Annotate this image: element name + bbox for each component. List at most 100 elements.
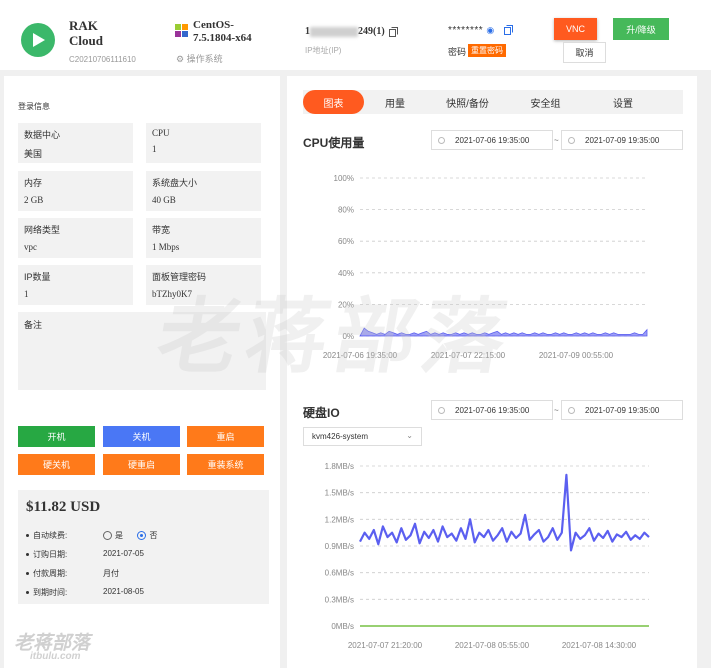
os-label: ⚙ 操作系统 — [176, 54, 223, 64]
disk-date-from[interactable]: 2021-07-06 19:35:00 — [431, 400, 553, 420]
tab-settings[interactable]: 设置 — [593, 90, 653, 114]
reboot-button[interactable]: 重启 — [187, 426, 264, 447]
info-value: 1 — [24, 289, 29, 299]
x-tick-label: 2021-07-06 19:35:00 — [323, 351, 398, 360]
y-tick-label: 80% — [338, 206, 354, 215]
y-tick-label: 20% — [338, 300, 354, 309]
y-tick-label: 1.5MB/s — [325, 489, 354, 498]
vnc-button[interactable]: VNC — [554, 18, 597, 40]
note-field[interactable]: 备注 — [18, 312, 266, 390]
tab-security-group[interactable]: 安全组 — [513, 90, 578, 114]
info-value: vpc — [24, 242, 37, 252]
eye-icon[interactable]: ◉ — [486, 25, 494, 35]
billing-cycle-row: 付款周期: 月付 — [26, 568, 119, 579]
info-cell-cpu: CPU 1 — [146, 123, 261, 163]
note-label: 备注 — [24, 320, 43, 330]
disk-io-series-line — [359, 473, 650, 552]
disk-date-to[interactable]: 2021-07-09 19:35:00 — [561, 400, 683, 420]
date-separator: ~ — [554, 136, 559, 145]
centos-icon — [175, 24, 188, 37]
info-label: 内存 — [24, 178, 43, 188]
y-tick-label: 0.6MB/s — [325, 569, 354, 578]
cancel-button[interactable]: 取消 — [563, 42, 606, 63]
info-cell-bandwidth: 带宽 1 Mbps — [146, 218, 261, 258]
clock-icon — [438, 136, 445, 144]
reinstall-os-button[interactable]: 重装系统 — [187, 454, 264, 475]
info-value: 40 GB — [152, 195, 176, 205]
info-cell-disk-size: 系统盘大小 40 GB — [146, 171, 261, 211]
tab-bar: 图表 用量 快照/备份 安全组 设置 — [303, 90, 683, 114]
cpu-series-area — [359, 327, 648, 337]
date-separator: ~ — [554, 406, 559, 415]
y-tick-label: 100% — [334, 174, 354, 183]
auto-renew-yes-radio[interactable] — [103, 531, 112, 541]
password-value: ******** ◉ — [448, 25, 514, 36]
price: $11.82 USD — [26, 499, 101, 515]
copy-icon[interactable] — [389, 26, 399, 37]
info-cell-ip-count: IP数量 1 — [18, 265, 133, 305]
ip-blur — [310, 26, 358, 37]
auto-renew-row: 自动续费: 是 否 — [26, 530, 157, 541]
y-tick-label: 1.8MB/s — [325, 462, 354, 471]
ip-address: 1 249(1) — [305, 26, 399, 37]
y-tick-label: 0.9MB/s — [325, 542, 354, 551]
password-label: 密码 — [448, 47, 467, 57]
cpu-chart-title: CPU使用量 — [303, 136, 365, 150]
tab-charts[interactable]: 图表 — [303, 90, 364, 114]
cpu-date-to[interactable]: 2021-07-09 19:35:00 — [561, 130, 683, 150]
info-value: 1 Mbps — [152, 242, 180, 252]
order-date-row: 订购日期: 2021-07-05 — [26, 549, 144, 560]
play-icon[interactable] — [21, 23, 55, 57]
info-label: CPU — [152, 128, 170, 138]
info-cell-memory: 内存 2 GB — [18, 171, 133, 211]
info-label: 系统盘大小 — [152, 178, 198, 188]
y-tick-label: 1.2MB/s — [325, 515, 354, 524]
os-name: CentOS-7.5.1804-x64 — [193, 19, 252, 44]
upgrade-button[interactable]: 升/降级 — [613, 18, 669, 40]
disk-chart-title: 硬盘IO — [303, 406, 340, 420]
info-label: 数据中心 — [24, 130, 61, 140]
login-info-heading: 登录信息 — [18, 102, 50, 111]
ip-label: IP地址(IP) — [305, 46, 342, 55]
info-value: bTZhy0K7 — [152, 289, 192, 299]
info-cell-network-type: 网络类型 vpc — [18, 218, 133, 258]
info-value: 2 GB — [24, 195, 44, 205]
power-on-button[interactable]: 开机 — [18, 426, 95, 447]
clock-icon — [568, 136, 575, 144]
expire-date-row: 到期时间: 2021-08-05 — [26, 587, 144, 598]
chevron-down-icon: ⌄ — [406, 431, 413, 440]
server-info-panel: 登录信息 数据中心 美国 CPU 1 内存 2 GB 系统盘大小 40 GB 网… — [4, 76, 280, 668]
x-tick-label: 2021-07-07 21:20:00 — [348, 641, 423, 650]
app-title: RAK Cloud — [69, 18, 103, 48]
info-label: 面板管理密码 — [152, 272, 207, 282]
tab-usage[interactable]: 用量 — [365, 90, 425, 114]
gear-icon: ⚙ — [176, 54, 185, 64]
billing-box: $11.82 USD 自动续费: 是 否 订购日期: 2021-07-05 付款… — [18, 490, 269, 604]
reset-password-button[interactable]: 重置密码 — [468, 44, 506, 57]
x-tick-label: 2021-07-07 22:15:00 — [431, 351, 506, 360]
power-off-button[interactable]: 关机 — [103, 426, 180, 447]
disk-chart: 1.8MB/s 1.5MB/s 1.2MB/s 0.9MB/s 0.6MB/s 0.3MB… — [325, 462, 650, 650]
watermark-url: itbulu.com — [30, 651, 81, 662]
y-tick-label: 40% — [338, 269, 354, 278]
info-cell-panel-password: 面板管理密码 bTZhy0K7 — [146, 265, 261, 305]
auto-renew-no-radio[interactable] — [137, 531, 147, 541]
clock-icon — [438, 406, 445, 414]
x-tick-label: 2021-07-08 05:55:00 — [455, 641, 530, 650]
y-tick-label: 60% — [338, 237, 354, 246]
cpu-date-from[interactable]: 2021-07-06 19:35:00 — [431, 130, 553, 150]
copy-icon[interactable] — [504, 25, 514, 36]
hard-reboot-button[interactable]: 硬重启 — [103, 454, 180, 475]
app-id: C20210706111610 — [69, 55, 136, 64]
info-cell-datacenter: 数据中心 美国 — [18, 123, 133, 163]
info-value: 美国 — [24, 149, 43, 159]
x-tick-label: 2021-07-09 00:55:00 — [539, 351, 614, 360]
monitor-panel: 图表 用量 快照/备份 安全组 设置 CPU使用量 2021-07-06 19:… — [287, 76, 697, 668]
y-tick-label: 0% — [342, 332, 354, 341]
tab-snapshot-backup[interactable]: 快照/备份 — [435, 90, 500, 114]
hard-power-off-button[interactable]: 硬关机 — [18, 454, 95, 475]
clock-icon — [568, 406, 575, 414]
x-tick-label: 2021-07-08 14:30:00 — [562, 641, 637, 650]
y-tick-label: 0.3MB/s — [325, 595, 354, 604]
disk-device-select[interactable]: kvm426-system ⌄ — [303, 427, 422, 446]
